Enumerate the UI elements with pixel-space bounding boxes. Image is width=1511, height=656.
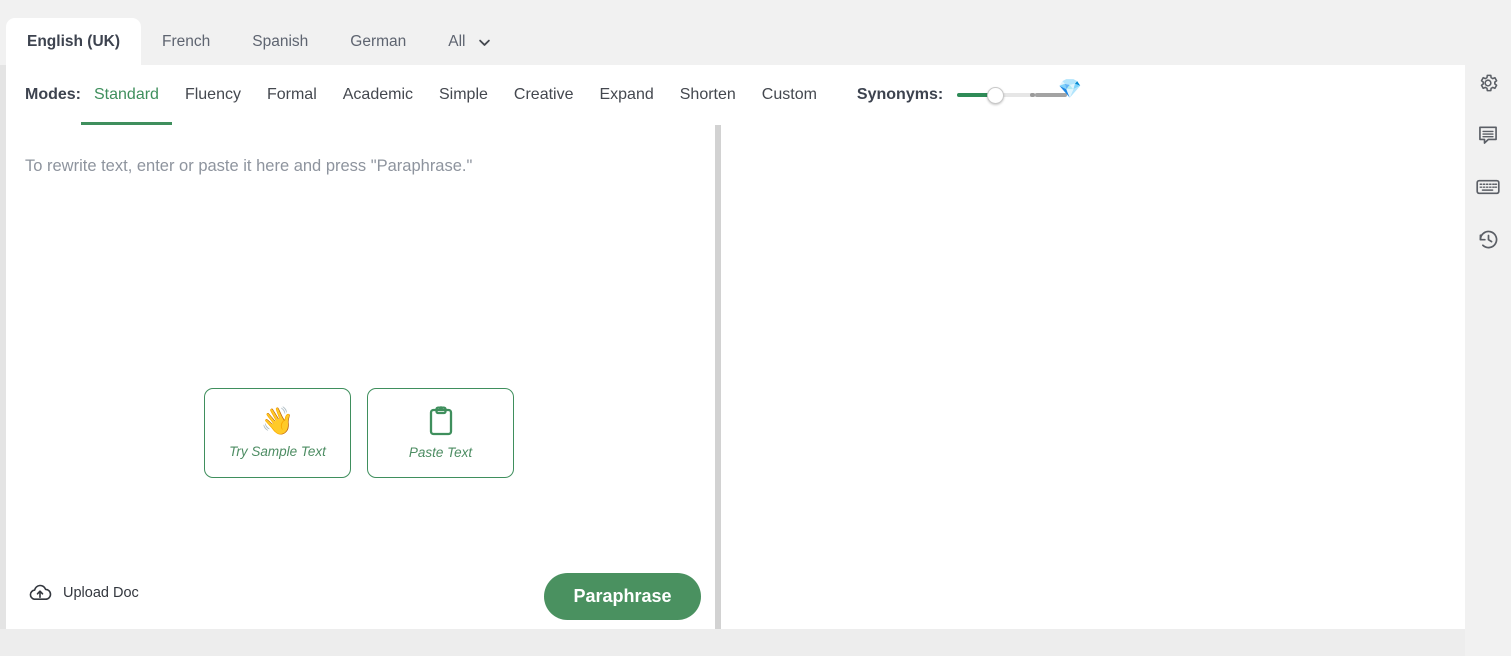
input-editor[interactable]: To rewrite text, enter or paste it here … xyxy=(6,125,717,565)
slider-thumb[interactable] xyxy=(987,87,1005,104)
upload-doc-label: Upload Doc xyxy=(63,585,139,601)
language-tab-label: Spanish xyxy=(252,32,309,50)
quick-action-buttons: 👋 Try Sample Text Paste Text xyxy=(204,388,514,478)
language-tab-all[interactable]: All xyxy=(427,18,501,65)
paste-text-label: Paste Text xyxy=(408,445,473,460)
clipboard-icon xyxy=(428,406,454,436)
try-sample-text-button[interactable]: 👋 Try Sample Text xyxy=(204,388,351,478)
keyboard-icon[interactable] xyxy=(1473,172,1503,202)
synonyms-slider[interactable]: 💎 xyxy=(957,80,1082,108)
language-tabs: English (UK) French Spanish German All xyxy=(6,18,502,65)
mode-label: Custom xyxy=(761,86,817,103)
mode-expand[interactable]: Expand xyxy=(586,66,666,125)
main-card: Modes: Standard Fluency Formal Academic … xyxy=(6,65,1465,629)
language-tab-label: All xyxy=(448,32,466,50)
language-tab-strip: English (UK) French Spanish German All xyxy=(0,0,1465,65)
waving-hand-icon: 👋 xyxy=(260,405,295,436)
language-tab-label: English (UK) xyxy=(27,32,120,50)
upload-doc-button[interactable]: Upload Doc xyxy=(28,583,139,603)
mode-label: Standard xyxy=(94,86,159,103)
mode-label: Fluency xyxy=(184,86,241,103)
mode-label: Expand xyxy=(599,86,654,103)
diamond-icon[interactable]: 💎 xyxy=(1058,80,1082,99)
cloud-upload-icon xyxy=(28,583,52,603)
mode-label: Creative xyxy=(513,86,574,103)
modes-toolbar: Modes: Standard Fluency Formal Academic … xyxy=(6,65,1465,126)
language-tab-label: French xyxy=(162,32,211,50)
language-tab-english-uk[interactable]: English (UK) xyxy=(6,18,141,65)
gear-icon[interactable] xyxy=(1473,68,1503,98)
mode-shorten[interactable]: Shorten xyxy=(667,66,749,125)
input-bottom-bar: Upload Doc Paraphrase xyxy=(6,565,717,629)
language-tab-spanish[interactable]: Spanish xyxy=(231,18,329,65)
mode-standard[interactable]: Standard xyxy=(81,66,172,125)
mode-formal[interactable]: Formal xyxy=(254,66,330,125)
mode-label: Formal xyxy=(266,86,317,103)
slider-tick xyxy=(1030,93,1036,97)
output-pane xyxy=(721,125,1465,629)
modes-label: Modes: xyxy=(25,86,81,103)
right-icon-rail xyxy=(1465,0,1511,656)
chevron-down-icon[interactable] xyxy=(477,35,492,50)
mode-label: Academic xyxy=(342,86,413,103)
editor-panes: To rewrite text, enter or paste it here … xyxy=(6,125,1465,629)
mode-custom[interactable]: Custom xyxy=(749,66,830,125)
mode-label: Simple xyxy=(439,86,488,103)
history-icon[interactable] xyxy=(1473,224,1503,254)
input-pane: To rewrite text, enter or paste it here … xyxy=(6,125,717,629)
mode-label: Shorten xyxy=(679,86,736,103)
paste-text-button[interactable]: Paste Text xyxy=(367,388,514,478)
comment-icon[interactable] xyxy=(1473,120,1503,150)
language-tab-label: German xyxy=(350,32,407,50)
try-sample-text-label: Try Sample Text xyxy=(229,443,326,459)
paraphrase-button[interactable]: Paraphrase xyxy=(544,573,701,620)
language-tab-french[interactable]: French xyxy=(141,18,231,65)
mode-creative[interactable]: Creative xyxy=(501,66,587,125)
language-tab-german[interactable]: German xyxy=(329,18,427,65)
synonyms-control: Synonyms: 💎 xyxy=(856,80,1082,108)
mode-fluency[interactable]: Fluency xyxy=(172,66,254,125)
app-root: English (UK) French Spanish German All M… xyxy=(0,0,1511,656)
mode-simple[interactable]: Simple xyxy=(426,66,501,125)
mode-academic[interactable]: Academic xyxy=(330,66,426,125)
synonyms-label: Synonyms: xyxy=(856,86,944,103)
input-placeholder: To rewrite text, enter or paste it here … xyxy=(25,157,473,175)
